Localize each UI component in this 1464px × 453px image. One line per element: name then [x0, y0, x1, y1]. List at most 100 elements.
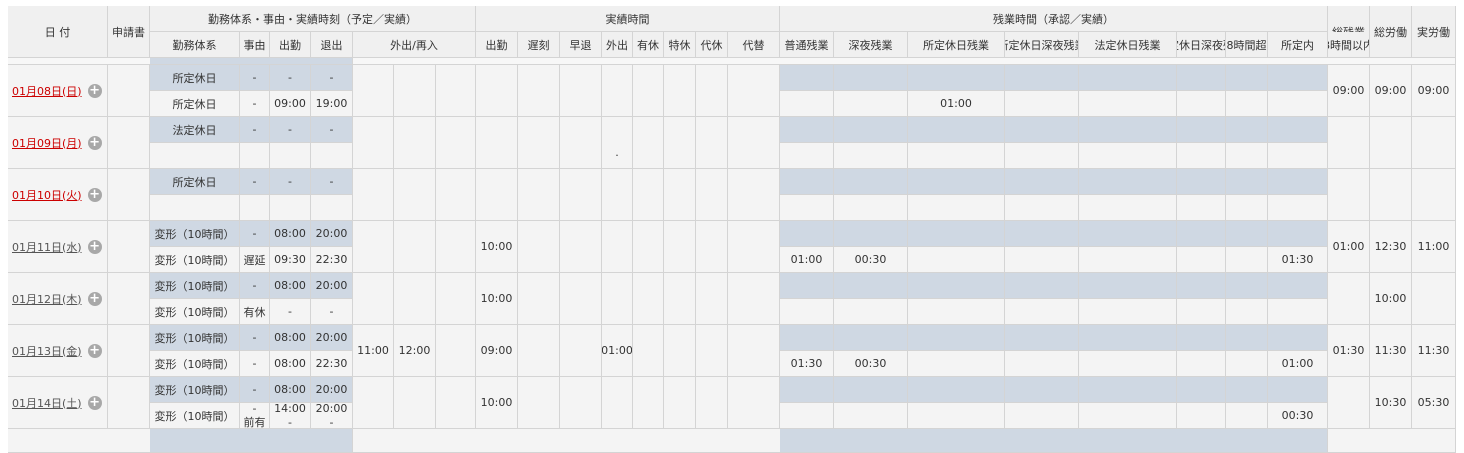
- actual-outing: 01:00: [602, 325, 633, 377]
- overtime-actual-cell: [1177, 195, 1226, 221]
- actual-clock-in: 14:00-: [270, 403, 311, 429]
- subheader-actual-2: 早退: [560, 32, 602, 58]
- overtime-plan-cell: [1177, 169, 1226, 195]
- overtime-plan-cell: [1005, 221, 1079, 247]
- subheader-actual-5: 特休: [664, 32, 696, 58]
- actual-work-time: [476, 169, 518, 221]
- actual-clock-out: 20:00-: [311, 403, 353, 429]
- overtime-plan-cell: [908, 117, 1005, 143]
- go-out-spacer: [436, 377, 476, 429]
- subheader-overtime-7: 所定内: [1268, 32, 1328, 58]
- overtime-plan-cell: [1226, 273, 1268, 299]
- date-link[interactable]: 01月11日(水): [12, 239, 82, 255]
- overtime-actual-cell: [1177, 143, 1226, 169]
- plan-clock-out: 20:00: [311, 325, 353, 351]
- date-link[interactable]: 01月13日(金): [12, 343, 82, 359]
- add-icon[interactable]: +: [87, 135, 102, 150]
- plan-clock-out: -: [311, 169, 353, 195]
- overtime-actual-cell: [1079, 143, 1177, 169]
- application-cell: [108, 169, 150, 221]
- overtime-actual-cell: 01:00: [908, 91, 1005, 117]
- go-out-spacer: [436, 221, 476, 273]
- actual-early-leave: [560, 325, 602, 377]
- actual-reason: 遅延: [240, 247, 270, 273]
- actual-clock-out: [311, 195, 353, 221]
- actual-reason: [240, 195, 270, 221]
- clock-out-line: 20:00: [315, 403, 348, 415]
- plan-work-type: 法定休日: [150, 117, 240, 143]
- subheader-overtime-6: 8時間超: [1226, 32, 1268, 58]
- subheader-actual-3: 外出: [602, 32, 633, 58]
- header-total-work: 総労働: [1370, 6, 1412, 58]
- plan-reason: -: [240, 65, 270, 91]
- subheader-actual-0: 出勤: [476, 32, 518, 58]
- actual-early-leave: [560, 377, 602, 429]
- overtime-actual-cell: [1177, 351, 1226, 377]
- actual-leave-col: [633, 221, 664, 273]
- plan-work-type: 変形（10時間）: [150, 325, 240, 351]
- overtime-actual-cell: [908, 299, 1005, 325]
- date-link[interactable]: 01月12日(木): [12, 291, 82, 307]
- overtime-plan-cell: [780, 273, 834, 299]
- actual-clock-out: [311, 143, 353, 169]
- overtime-plan-cell: [834, 169, 908, 195]
- actual-leave-col: [633, 325, 664, 377]
- actual-leave-col: [728, 325, 780, 377]
- actual-leave-col: [728, 169, 780, 221]
- overtime-plan-cell: [780, 169, 834, 195]
- go-out-spacer: [436, 325, 476, 377]
- subheader-actual-4: 有休: [633, 32, 664, 58]
- actual-early-leave: [560, 221, 602, 273]
- total-overtime-cell: 09:00: [1328, 65, 1370, 117]
- actual-early-leave: [560, 117, 602, 169]
- actual-late: [518, 377, 560, 429]
- date-link[interactable]: 01月08日(日): [12, 83, 82, 99]
- plan-reason: -: [240, 325, 270, 351]
- add-icon[interactable]: +: [87, 83, 102, 98]
- overtime-plan-cell: [908, 169, 1005, 195]
- plan-work-type: 所定休日: [150, 65, 240, 91]
- actual-clock-out: 19:00: [311, 91, 353, 117]
- plan-work-type: 変形（10時間）: [150, 221, 240, 247]
- re-in-time: [394, 117, 436, 169]
- actual-late: [518, 169, 560, 221]
- go-out-spacer: [436, 169, 476, 221]
- overtime-actual-cell: [1177, 247, 1226, 273]
- add-icon[interactable]: +: [87, 395, 102, 410]
- subheader-reason: 事由: [240, 32, 270, 58]
- overtime-actual-cell: [1268, 299, 1328, 325]
- actual-leave-col: [664, 65, 696, 117]
- date-link[interactable]: 01月10日(火): [12, 187, 82, 203]
- plan-reason: -: [240, 117, 270, 143]
- overtime-plan-cell: [1079, 221, 1177, 247]
- overtime-plan-cell: [1226, 325, 1268, 351]
- overtime-plan-cell: [1177, 117, 1226, 143]
- actual-leave-col: [728, 377, 780, 429]
- actual-leave-col: [728, 117, 780, 169]
- overtime-plan-cell: [1005, 117, 1079, 143]
- actual-clock-in: 09:30: [270, 247, 311, 273]
- subheader-overtime-8: 8時間以内: [1328, 32, 1370, 58]
- header-actual-group: 実績時間: [476, 6, 780, 32]
- total-work-cell: [1370, 117, 1412, 169]
- actual-leave-col: [696, 273, 728, 325]
- add-icon[interactable]: +: [87, 187, 102, 202]
- total-work-cell: 10:00: [1370, 273, 1412, 325]
- total-overtime-cell: [1328, 117, 1370, 169]
- actual-work-type: [150, 195, 240, 221]
- actual-leave-col: [696, 169, 728, 221]
- add-icon[interactable]: +: [87, 239, 102, 254]
- re-in-time: [394, 221, 436, 273]
- actual-work-cell: 11:00: [1412, 221, 1456, 273]
- date-link[interactable]: 01月14日(土): [12, 395, 82, 411]
- add-icon[interactable]: +: [87, 291, 102, 306]
- add-icon[interactable]: +: [87, 343, 102, 358]
- actual-leave-col: [664, 221, 696, 273]
- overtime-actual-cell: [780, 403, 834, 429]
- next-row-plan: [150, 429, 353, 453]
- total-work-cell: 10:30: [1370, 377, 1412, 429]
- overtime-plan-cell: [1226, 65, 1268, 91]
- overtime-actual-cell: [834, 195, 908, 221]
- subheader-actual-7: 代替: [728, 32, 780, 58]
- date-link[interactable]: 01月09日(月): [12, 135, 82, 151]
